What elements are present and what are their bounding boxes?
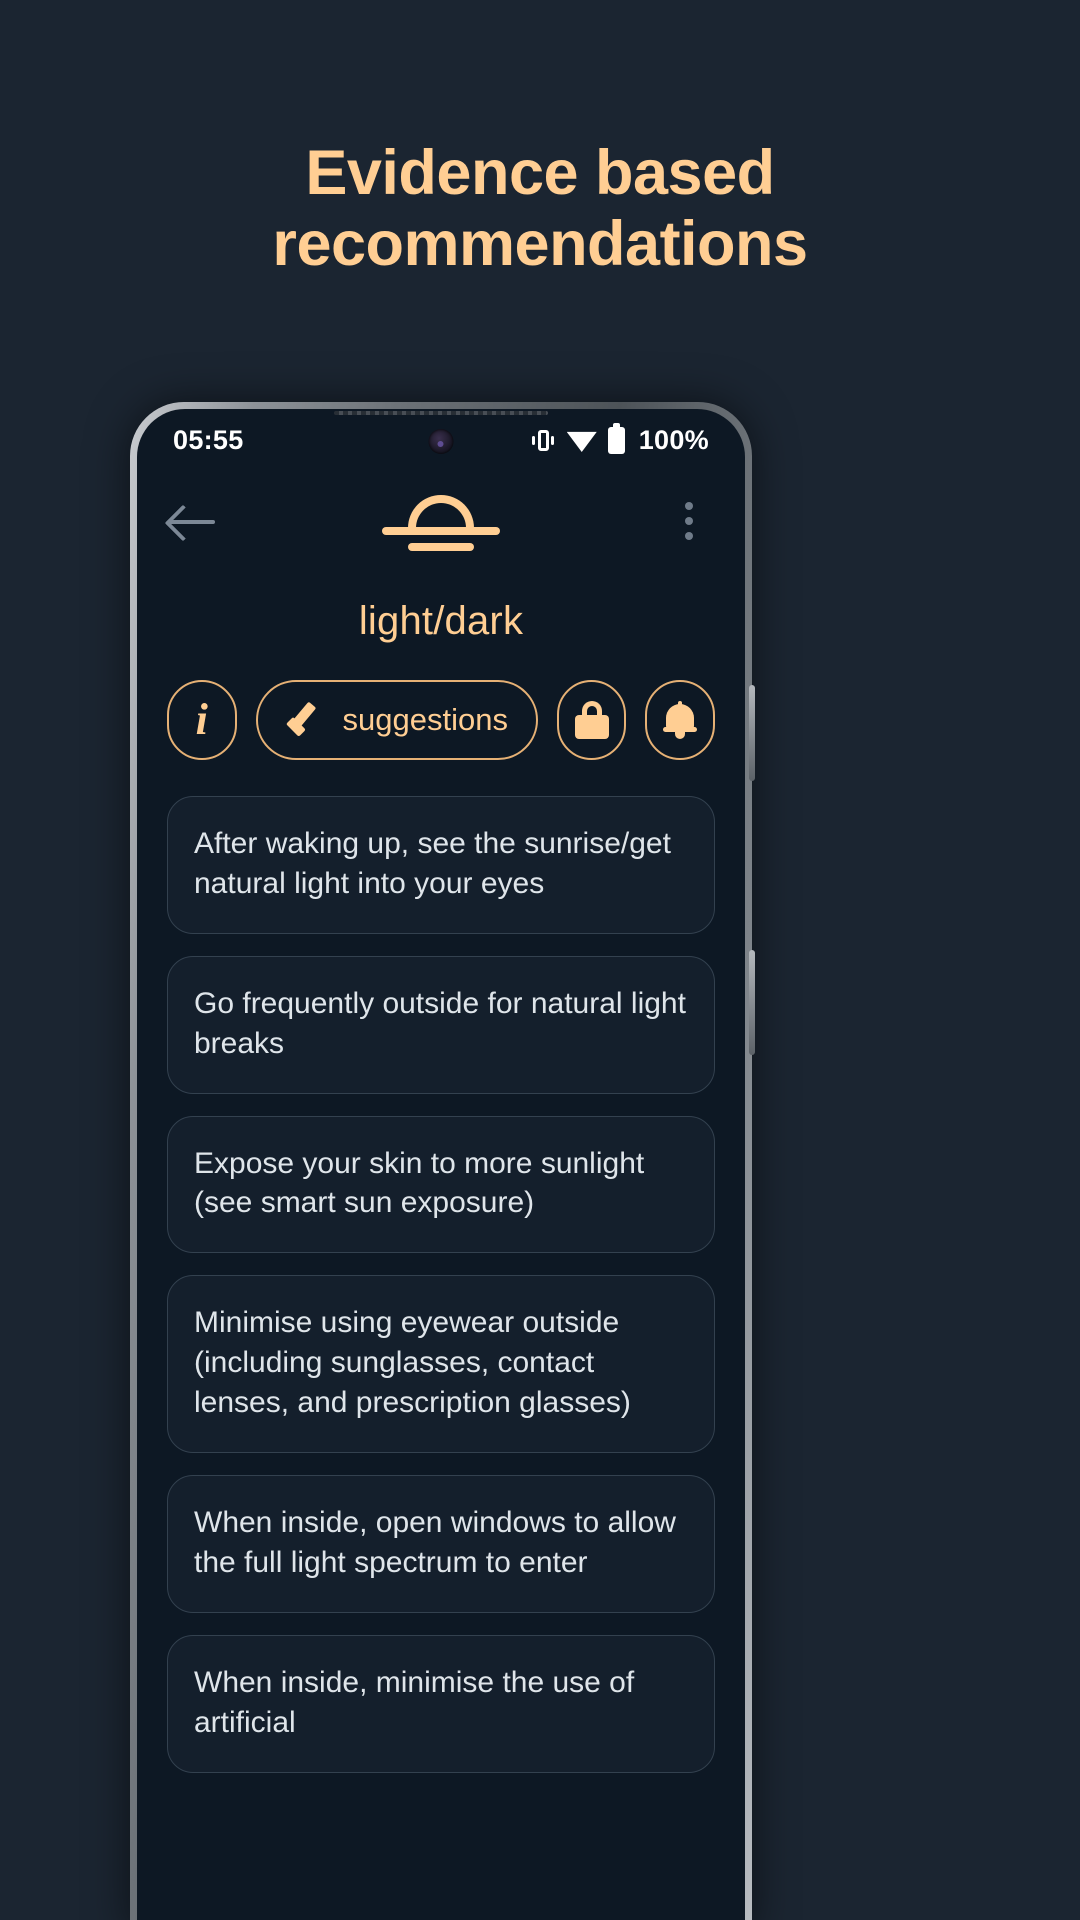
more-vertical-icon[interactable]: [665, 502, 713, 540]
recommendation-card[interactable]: After waking up, see the sunrise/get nat…: [167, 796, 715, 934]
earpiece-speaker: [334, 411, 548, 415]
check-icon: [286, 707, 326, 733]
recommendation-card[interactable]: Go frequently outside for natural light …: [167, 955, 715, 1094]
app-bar: [137, 471, 745, 571]
recommendation-card[interactable]: Minimise using eyewear outside (includin…: [167, 1275, 715, 1454]
wifi-icon: [566, 431, 597, 452]
chip-info[interactable]: i: [167, 680, 237, 760]
recommendation-card[interactable]: Expose your skin to more sunlight (see s…: [167, 1115, 715, 1254]
bell-icon: [663, 701, 698, 739]
battery-percent-label: 100%: [638, 424, 709, 455]
libra-logo-icon: [382, 493, 500, 551]
chip-lock[interactable]: [556, 680, 627, 760]
phone-mockup: 05:55 100% light/dark i suggestions Afte…: [130, 402, 755, 1920]
chip-suggestions[interactable]: suggestions: [255, 680, 538, 760]
status-bar-clock: 05:55: [173, 424, 244, 455]
recommendations-list: After waking up, see the sunrise/get nat…: [137, 796, 745, 1773]
volume-button[interactable]: [749, 950, 755, 1055]
app-logo: [217, 493, 665, 551]
vibrate-icon: [530, 426, 556, 454]
lock-icon: [574, 701, 609, 739]
page-title: light/dark: [358, 599, 524, 643]
battery-full-icon: [607, 422, 625, 454]
info-icon: i: [195, 695, 208, 744]
power-button[interactable]: [749, 685, 755, 781]
status-bar: 05:55 100%: [137, 409, 745, 471]
chip-row: i suggestions: [137, 680, 745, 760]
recommendation-card[interactable]: When inside, open windows to allow the f…: [167, 1475, 715, 1613]
status-bar-indicators: 100%: [530, 422, 709, 456]
promo-headline-line-2: recommendations: [272, 208, 808, 279]
promo-headline: Evidence based recommendations: [0, 138, 1080, 279]
chip-notifications[interactable]: [645, 680, 715, 760]
recommendation-card[interactable]: When inside, minimise the use of artific…: [167, 1634, 715, 1773]
back-arrow-icon[interactable]: [169, 501, 217, 541]
chip-suggestions-label: suggestions: [342, 702, 508, 737]
promo-screenshot: Evidence based recommendations 05:55 100…: [0, 0, 1080, 1920]
phone-screen: 05:55 100% light/dark i suggestions Afte…: [137, 409, 745, 1920]
front-camera-punch-hole: [428, 429, 454, 454]
promo-headline-line-1: Evidence based: [305, 138, 775, 208]
